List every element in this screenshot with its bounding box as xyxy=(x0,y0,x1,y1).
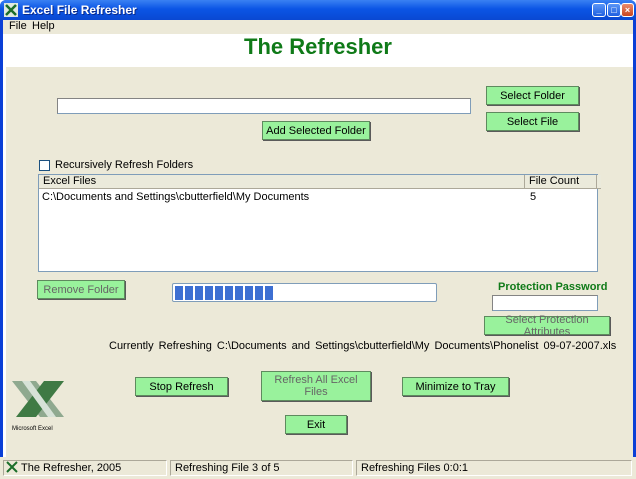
excel-logo: Microsoft Excel xyxy=(6,377,76,445)
minimize-to-tray-button[interactable]: Minimize to Tray xyxy=(402,377,509,396)
stop-refresh-button[interactable]: Stop Refresh xyxy=(135,377,228,396)
progress-block xyxy=(245,286,253,300)
protection-password-input[interactable] xyxy=(492,295,598,311)
protection-password-label: Protection Password xyxy=(498,281,608,293)
app-window: Excel File Refresher _ □ × File Help The… xyxy=(0,0,636,479)
close-window-button[interactable]: × xyxy=(621,3,634,17)
menu-help[interactable]: Help xyxy=(32,20,55,32)
progress-block xyxy=(235,286,243,300)
excel-x-logo-icon xyxy=(12,381,64,417)
add-selected-folder-button[interactable]: Add Selected Folder xyxy=(262,121,370,140)
progress-block xyxy=(215,286,223,300)
status-file-progress: Refreshing File 3 of 5 xyxy=(170,460,353,476)
excel-small-icon xyxy=(6,461,18,473)
remove-folder-button[interactable]: Remove Folder xyxy=(37,280,125,299)
logo-caption: Microsoft Excel xyxy=(12,426,53,432)
menu-file[interactable]: File xyxy=(9,20,27,32)
select-folder-button[interactable]: Select Folder xyxy=(486,86,579,105)
menu-bar: File Help xyxy=(3,20,633,34)
recursive-label: Recursively Refresh Folders xyxy=(55,159,194,171)
select-file-button[interactable]: Select File xyxy=(486,112,579,131)
row-path: C:\Documents and Settings\cbutterfield\M… xyxy=(42,191,310,203)
progress-block xyxy=(225,286,233,300)
excel-app-icon xyxy=(4,3,18,17)
select-protection-attributes-button[interactable]: Select Protection Attributes xyxy=(484,314,610,338)
progress-block xyxy=(185,286,193,300)
progress-block xyxy=(255,286,263,300)
row-file-count: 5 xyxy=(530,191,537,203)
status-app: The Refresher, 2005 xyxy=(3,460,167,476)
column-header-filler xyxy=(597,175,601,189)
status-files-time: Refreshing Files 0:0:1 xyxy=(356,460,632,476)
recursive-checkbox[interactable] xyxy=(39,160,50,171)
client-area: The Refresher Select Folder Select File … xyxy=(3,34,633,457)
app-heading: The Refresher xyxy=(244,34,392,59)
exit-button[interactable]: Exit xyxy=(285,415,347,434)
title-bar[interactable]: Excel File Refresher _ □ × xyxy=(0,0,636,20)
window-title: Excel File Refresher xyxy=(22,3,137,17)
status-app-text: The Refresher, 2005 xyxy=(21,462,122,474)
refresh-all-button[interactable]: Refresh All Excel Files xyxy=(261,371,371,401)
progress-block xyxy=(175,286,183,300)
refresh-progress-bar xyxy=(172,283,437,302)
current-refresh-status: Currently Refreshing C:\Documents and Se… xyxy=(109,340,617,352)
column-header-excel-files[interactable]: Excel Files xyxy=(39,175,525,189)
maximize-window-button[interactable]: □ xyxy=(607,3,621,17)
excel-files-list[interactable]: Excel Files File Count C:\Documents and … xyxy=(38,174,601,272)
progress-block xyxy=(195,286,203,300)
status-bar: The Refresher, 2005 Refreshing File 3 of… xyxy=(0,457,636,479)
column-header-file-count[interactable]: File Count xyxy=(525,175,597,189)
main-panel: Select Folder Select File Add Selected F… xyxy=(6,67,633,457)
progress-block xyxy=(205,286,213,300)
folder-path-input[interactable] xyxy=(57,98,471,114)
minimize-window-button[interactable]: _ xyxy=(592,3,606,17)
progress-block xyxy=(265,286,273,300)
